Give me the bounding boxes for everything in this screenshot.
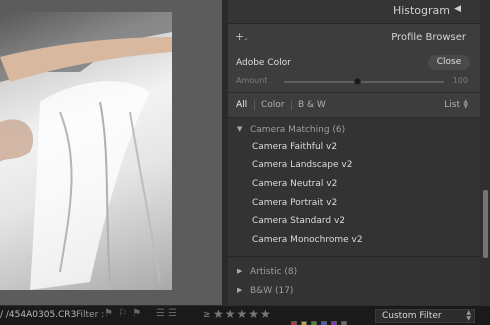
group-label: B&W (17) [250,286,294,296]
sort-filter-icons[interactable]: ☰ ☰ [156,308,177,319]
profile-item[interactable]: Camera Neutral v2 [252,179,472,197]
filmstrip-toolbar: / /454A0305.CR3 Filter : ⚑ ⚐ ⚑ ☰ ☰ ≥ ★★★… [0,305,490,325]
histogram-header[interactable]: Histogram ◀ [228,0,480,24]
current-profile-name: Adobe Color [236,58,291,68]
group-bw[interactable]: ▶ B&W (17) [228,283,480,301]
amount-value: 100 [452,76,468,85]
histogram-title: Histogram [392,4,450,17]
rating-operator[interactable]: ≥ [203,310,211,320]
flag-filter-icons[interactable]: ⚑ ⚐ ⚑ [104,308,142,319]
color-label-filter[interactable] [291,312,351,325]
group-label: Artistic (8) [250,267,298,277]
amount-slider[interactable] [284,81,444,83]
color-swatch[interactable] [331,321,337,325]
amount-label: Amount [236,76,268,85]
photo-canvas[interactable] [0,0,222,305]
tab-bw[interactable]: B & W [298,100,326,110]
profile-item[interactable]: Camera Landscape v2 [252,160,472,178]
photo-image [0,12,172,290]
group-separator [228,256,480,257]
profile-browser-title: Profile Browser [391,32,466,43]
group-artistic[interactable]: ▶ Artistic (8) [228,264,480,282]
profile-browser-header: +. Profile Browser [228,26,480,48]
color-swatch[interactable] [341,321,347,325]
updown-arrows-icon: ▲ ▼ [466,309,471,322]
color-swatch[interactable] [321,321,327,325]
color-swatch[interactable] [311,321,317,325]
group-label: Camera Matching (6) [250,125,346,135]
collapsed-triangle-icon: ▶ [237,267,243,275]
color-swatch[interactable] [301,321,307,325]
expanded-triangle-icon: ▼ [237,125,243,133]
color-swatch[interactable] [291,321,297,325]
develop-right-panel: Histogram ◀ +. Profile Browser Adobe Col… [228,0,490,305]
view-mode-select[interactable]: List [444,100,460,110]
panel-scrollbar[interactable] [480,0,490,305]
profile-filter-tabs: All Color B & W List ▲ ▼ [228,94,480,116]
updown-arrows-icon: ▲ ▼ [463,98,468,110]
scrollbar-thumb[interactable] [483,190,488,258]
filter-label: Filter : [76,310,105,320]
tab-all[interactable]: All [236,100,247,110]
profile-item[interactable]: Camera Faithful v2 [252,142,472,160]
tab-separator [254,100,255,110]
current-profile-section: Adobe Color Close Amount 100 [228,50,480,92]
collapsed-triangle-icon: ▶ [237,286,243,294]
profile-item[interactable]: Camera Standard v2 [252,216,472,234]
group-camera-matching[interactable]: ▼ Camera Matching (6) [228,122,480,140]
add-profile-icon[interactable]: +. [235,30,248,43]
custom-filter-select[interactable]: Custom Filter ▲ ▼ [375,309,475,323]
amount-slider-thumb[interactable] [354,78,361,85]
divider [228,92,480,93]
profile-item[interactable]: Camera Monochrome v2 [252,235,472,253]
profile-groups-list: ▼ Camera Matching (6) Camera Faithful v2… [228,118,480,305]
filename-label: / /454A0305.CR3 [0,310,77,320]
star-rating-filter-icon[interactable]: ★★★★★ [213,307,272,321]
tab-color[interactable]: Color [261,100,285,110]
custom-filter-label: Custom Filter [382,311,442,321]
collapse-triangle-icon[interactable]: ◀ [454,4,461,14]
close-button[interactable]: Close [428,55,470,70]
tab-separator [291,100,292,110]
profile-item[interactable]: Camera Portrait v2 [252,198,472,216]
